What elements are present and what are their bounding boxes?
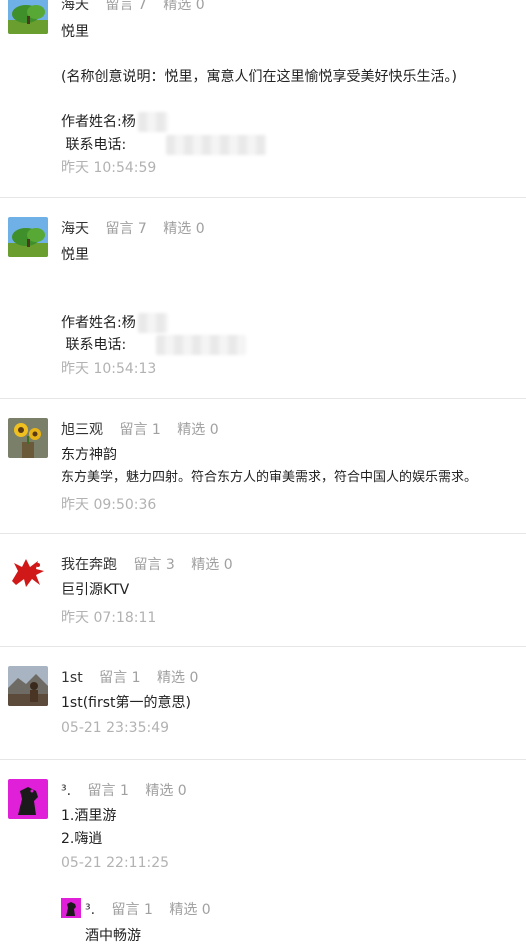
reply-avatar[interactable]	[61, 898, 81, 918]
magenta-figure-icon	[8, 779, 48, 819]
pick-stat: 精选 0	[145, 783, 187, 799]
user-avatar[interactable]	[8, 553, 48, 593]
comment-line: 1st(first第一的意思)	[61, 695, 191, 711]
comment-body: 东方神韵 东方美学，魅力四射。符合东方人的审美需求，符合中国人的娱乐需求。	[61, 444, 516, 489]
reply-message-stat: 留言 1	[111, 902, 153, 918]
user-avatar[interactable]	[8, 779, 48, 819]
comment-time: 昨天 10:54:13	[61, 361, 157, 377]
nickname[interactable]: 海天	[61, 221, 89, 237]
redacted-blur	[166, 134, 267, 155]
user-avatar[interactable]	[8, 666, 48, 706]
user-avatar[interactable]	[8, 0, 48, 34]
comment-line	[61, 44, 516, 67]
message-stat: 留言 7	[105, 221, 147, 237]
message-stat: 留言 7	[105, 0, 147, 13]
pick-stat: 精选 0	[156, 670, 199, 686]
comment-item: 旭三观 留言 1 精选 0 东方神韵 东方美学，魅力四射。符合东方人的审美需求，…	[0, 399, 526, 534]
nickname[interactable]: 海天	[61, 0, 89, 13]
comment-line	[61, 89, 516, 112]
comment-meta: 旭三观 留言 1 精选 0	[61, 419, 219, 439]
comment-item: 我在奔跑 留言 3 精选 0 巨引源KTV 昨天 07:18:11	[0, 534, 526, 647]
reply-text: 酒中畅游	[85, 928, 141, 944]
comment-body: 1.酒里游 2.嗨逍	[61, 805, 516, 850]
sunflower-icon	[8, 418, 48, 458]
comment-line	[61, 267, 516, 290]
pick-stat: 精选 0	[163, 0, 205, 13]
comment-line	[61, 289, 516, 312]
comment-time: 昨天 10:54:59	[61, 160, 157, 176]
nickname[interactable]: ³.	[61, 783, 71, 799]
comment-line: 东方神韵	[61, 447, 117, 463]
comment-meta: 海天 留言 7 精选 0	[61, 218, 205, 238]
magenta-figure-icon	[61, 898, 81, 918]
message-stat: 留言 3	[133, 557, 175, 573]
comment-meta: ³. 留言 1 精选 0	[61, 780, 187, 800]
comment-body: 巨引源KTV	[61, 579, 516, 602]
comment-line: 悦里	[61, 24, 89, 40]
comment-body: 悦里 作者姓名:杨 联系电话:	[61, 244, 516, 357]
comment-meta: 我在奔跑 留言 3 精选 0	[61, 554, 233, 574]
comment-time: 昨天 07:18:11	[61, 610, 157, 626]
comment-item: 海天 留言 7 精选 0 悦里 作者姓名:杨 联系电话: 昨天 10:54:13	[0, 198, 526, 399]
pick-stat: 精选 0	[177, 422, 219, 438]
reply-meta: ³. 留言 1 精选 0	[85, 899, 211, 919]
comment-line: 巨引源KTV	[61, 582, 130, 598]
comment-line: 联系电话:	[61, 334, 516, 357]
comment-line: 联系电话:	[61, 134, 516, 157]
message-stat: 留言 1	[119, 422, 161, 438]
comment-time: 05-21 22:11:25	[61, 855, 170, 871]
redacted-blur	[156, 335, 247, 355]
comment-item: 海天 留言 7 精选 0 悦里 (名称创意说明：悦里，寓意人们在这里愉悦享受美好…	[0, 0, 526, 198]
comment-line: 2.嗨逍	[61, 830, 103, 847]
comment-time: 昨天 09:50:36	[61, 497, 157, 513]
tree-landscape-icon	[8, 217, 48, 257]
comment-line: 作者姓名:杨	[61, 312, 516, 335]
comment-item: ³. 留言 1 精选 0 1.酒里游 2.嗨逍 05-21 22:11:25 ³…	[0, 760, 526, 944]
comment-line: 悦里	[61, 247, 89, 263]
comment-body: 1st(first第一的意思)	[61, 692, 516, 715]
comment-time: 05-21 23:35:49	[61, 720, 170, 736]
nickname[interactable]: 我在奔跑	[61, 557, 117, 573]
message-stat: 留言 1	[87, 783, 129, 799]
redacted-blur	[137, 312, 168, 333]
message-stat: 留言 1	[99, 670, 141, 686]
redacted-blur	[137, 112, 168, 132]
comment-meta: 1st 留言 1 精选 0	[61, 667, 198, 687]
mountain-person-icon	[8, 666, 48, 706]
nickname[interactable]: 旭三观	[61, 422, 103, 438]
red-horse-icon	[8, 553, 48, 593]
comment-line: 东方美学，魅力四射。符合东方人的审美需求，符合中国人的娱乐需求。	[61, 469, 478, 485]
comment-line: (名称创意说明：悦里，寓意人们在这里愉悦享受美好快乐生活。)	[61, 69, 457, 85]
comment-meta: 海天 留言 7 精选 0	[61, 0, 205, 14]
comment-body: 悦里 (名称创意说明：悦里，寓意人们在这里愉悦享受美好快乐生活。) 作者姓名:杨…	[61, 21, 516, 156]
user-avatar[interactable]	[8, 217, 48, 257]
nickname[interactable]: 1st	[61, 670, 83, 686]
user-avatar[interactable]	[8, 418, 48, 458]
pick-stat: 精选 0	[191, 557, 233, 573]
comment-line: 作者姓名:杨	[61, 111, 516, 134]
comment-item: 1st 留言 1 精选 0 1st(first第一的意思) 05-21 23:3…	[0, 647, 526, 760]
reply-pick-stat: 精选 0	[169, 902, 211, 918]
reply-nickname[interactable]: ³.	[85, 902, 95, 918]
pick-stat: 精选 0	[163, 221, 205, 237]
comment-line: 1.酒里游	[61, 808, 117, 824]
tree-landscape-icon	[8, 0, 48, 34]
